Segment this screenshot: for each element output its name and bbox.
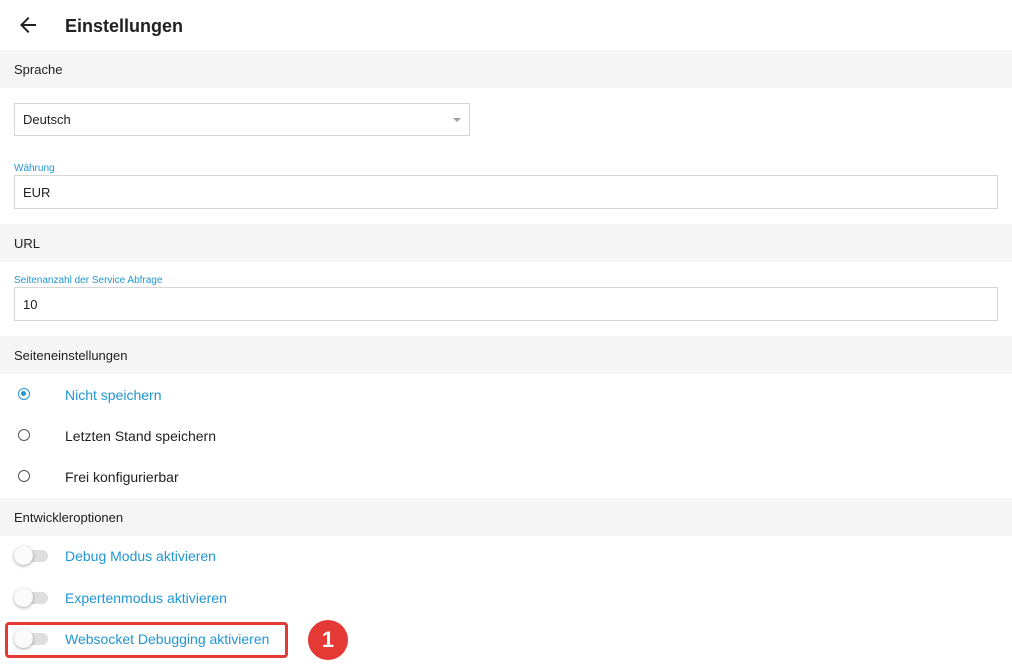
radio-option-frei-konfigurierbar[interactable]: Frei konfigurierbar [0, 457, 1012, 497]
app-header: Einstellungen [0, 0, 1012, 50]
radio-button-checked[interactable] [18, 388, 30, 400]
currency-label: Währung [14, 163, 55, 174]
dropdown-arrow-icon [453, 118, 461, 122]
section-header-page-settings: Seiteneinstellungen [0, 336, 1012, 374]
radio-label: Frei konfigurierbar [65, 469, 179, 485]
page-count-input[interactable]: 10 [14, 287, 998, 321]
section-header-language: Sprache [0, 50, 1012, 88]
page-count-input-value: 10 [23, 297, 38, 312]
toggle-expert-mode[interactable]: Expertenmodus aktivieren [0, 578, 1012, 618]
currency-input[interactable]: EUR [14, 175, 998, 209]
radio-option-nicht-speichern[interactable]: Nicht speichern [0, 375, 1012, 415]
section-label: Seiteneinstellungen [14, 348, 128, 363]
annotation-highlight-box [5, 622, 288, 658]
toggle-thumb[interactable] [14, 546, 33, 565]
radio-button[interactable] [18, 429, 30, 441]
annotation-step-badge: 1 [308, 620, 348, 660]
section-label: Entwickleroptionen [14, 510, 124, 525]
toggle-debug-mode[interactable]: Debug Modus aktivieren [0, 536, 1012, 576]
section-label: URL [14, 236, 41, 251]
radio-option-letzten-stand[interactable]: Letzten Stand speichern [0, 416, 1012, 456]
radio-label: Letzten Stand speichern [65, 428, 216, 444]
toggle-thumb[interactable] [14, 588, 33, 607]
currency-input-value: EUR [23, 185, 51, 200]
language-select[interactable]: Deutsch [14, 103, 470, 136]
language-select-value: Deutsch [23, 112, 71, 127]
section-header-url: URL [0, 224, 1012, 262]
page-count-label: Seitenanzahl der Service Abfrage [14, 275, 163, 286]
radio-button[interactable] [18, 470, 30, 482]
radio-label: Nicht speichern [65, 387, 162, 403]
arrow-left-icon[interactable] [16, 13, 40, 37]
page-title: Einstellungen [65, 16, 184, 36]
toggle-label: Debug Modus aktivieren [65, 548, 216, 564]
toggle-label: Expertenmodus aktivieren [65, 590, 227, 606]
section-header-developer: Entwickleroptionen [0, 498, 1012, 536]
section-label: Sprache [14, 62, 63, 77]
